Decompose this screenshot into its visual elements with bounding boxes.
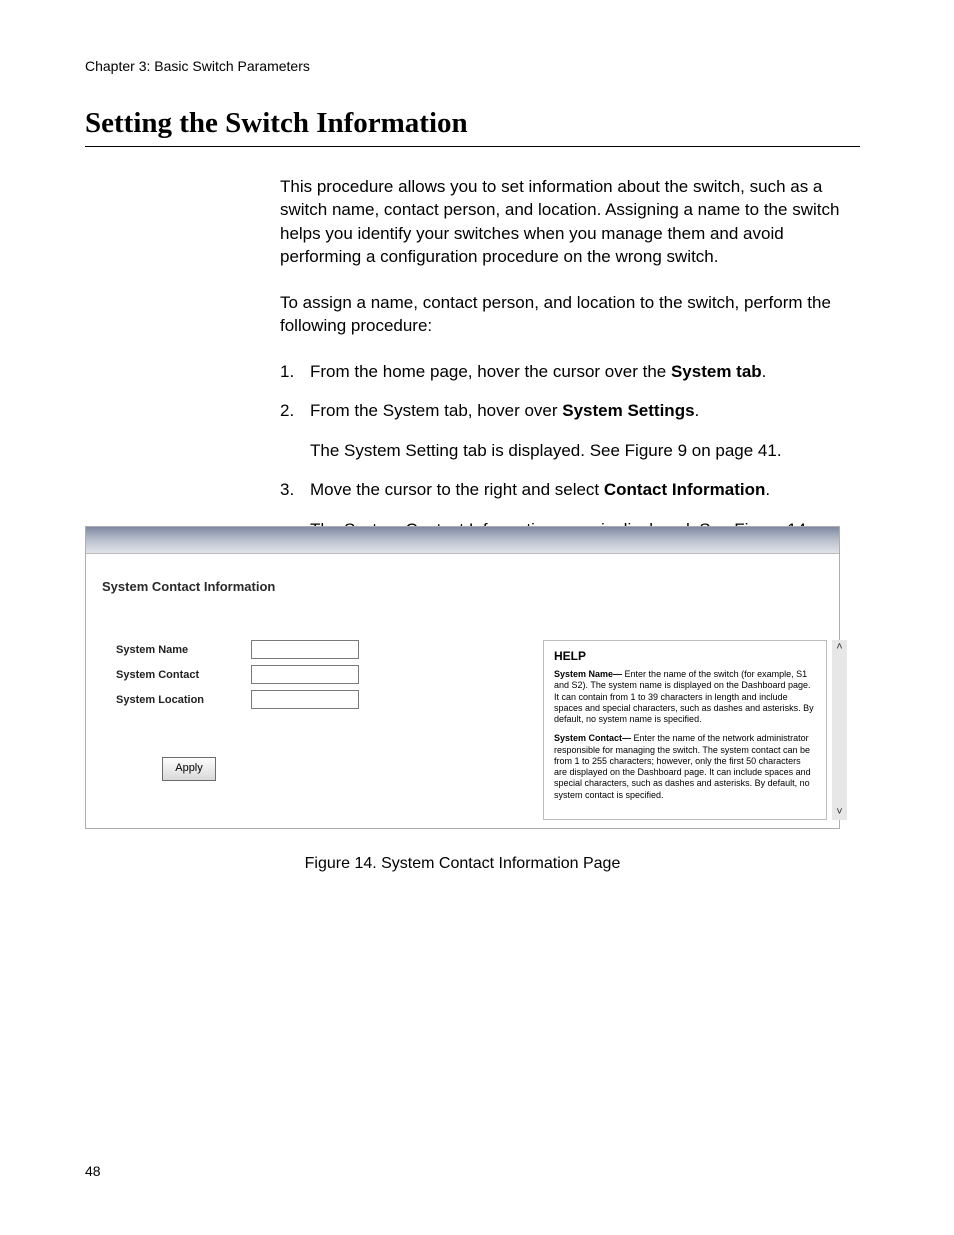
input-system-name[interactable] — [251, 640, 359, 659]
section-heading: Setting the Switch Information — [85, 107, 860, 147]
procedure-list: 1. From the home page, hover the cursor … — [280, 360, 860, 541]
step-number: 2. — [280, 399, 294, 422]
field-row-system-name: System Name — [116, 640, 543, 659]
field-row-system-location: System Location — [116, 690, 543, 709]
figure-caption: Figure 14. System Contact Information Pa… — [85, 855, 840, 873]
label-system-name: System Name — [116, 644, 251, 656]
label-system-location: System Location — [116, 694, 251, 706]
help-scrollbar[interactable]: ˄ ˅ — [832, 640, 847, 820]
step-1: 1. From the home page, hover the cursor … — [280, 360, 860, 383]
step-2: 2. From the System tab, hover over Syste… — [280, 399, 860, 462]
chapter-header: Chapter 3: Basic Switch Parameters — [85, 58, 310, 74]
body-text: This procedure allows you to set informa… — [280, 175, 860, 559]
figure-14: System Contact Information System Name S… — [85, 526, 840, 873]
label-system-contact: System Contact — [116, 669, 251, 681]
screenshot-title: System Contact Information — [86, 554, 839, 604]
form-area: System Name System Contact System Locati… — [94, 640, 543, 781]
help-panel: HELP System Name— Enter the name of the … — [543, 640, 827, 820]
step-text: From the System tab, hover over System S… — [310, 401, 699, 420]
intro-paragraph: This procedure allows you to set informa… — [280, 175, 860, 269]
input-system-contact[interactable] — [251, 665, 359, 684]
step-number: 1. — [280, 360, 294, 383]
screenshot-titlebar — [86, 527, 839, 554]
page-number: 48 — [85, 1163, 101, 1179]
help-system-contact: System Contact— Enter the name of the ne… — [554, 733, 816, 801]
help-system-name: System Name— Enter the name of the switc… — [554, 669, 816, 725]
lead-in-paragraph: To assign a name, contact person, and lo… — [280, 291, 860, 338]
apply-button[interactable]: Apply — [162, 757, 216, 781]
help-heading: HELP — [554, 649, 816, 663]
step-number: 3. — [280, 478, 294, 501]
step-text: Move the cursor to the right and select … — [310, 480, 770, 499]
field-row-system-contact: System Contact — [116, 665, 543, 684]
scroll-up-icon[interactable]: ˄ — [832, 640, 847, 655]
scroll-down-icon[interactable]: ˅ — [832, 805, 847, 820]
step-text: From the home page, hover the cursor ove… — [310, 362, 766, 381]
input-system-location[interactable] — [251, 690, 359, 709]
screenshot-frame: System Contact Information System Name S… — [85, 526, 840, 829]
step-subtext: The System Setting tab is displayed. See… — [310, 439, 860, 462]
